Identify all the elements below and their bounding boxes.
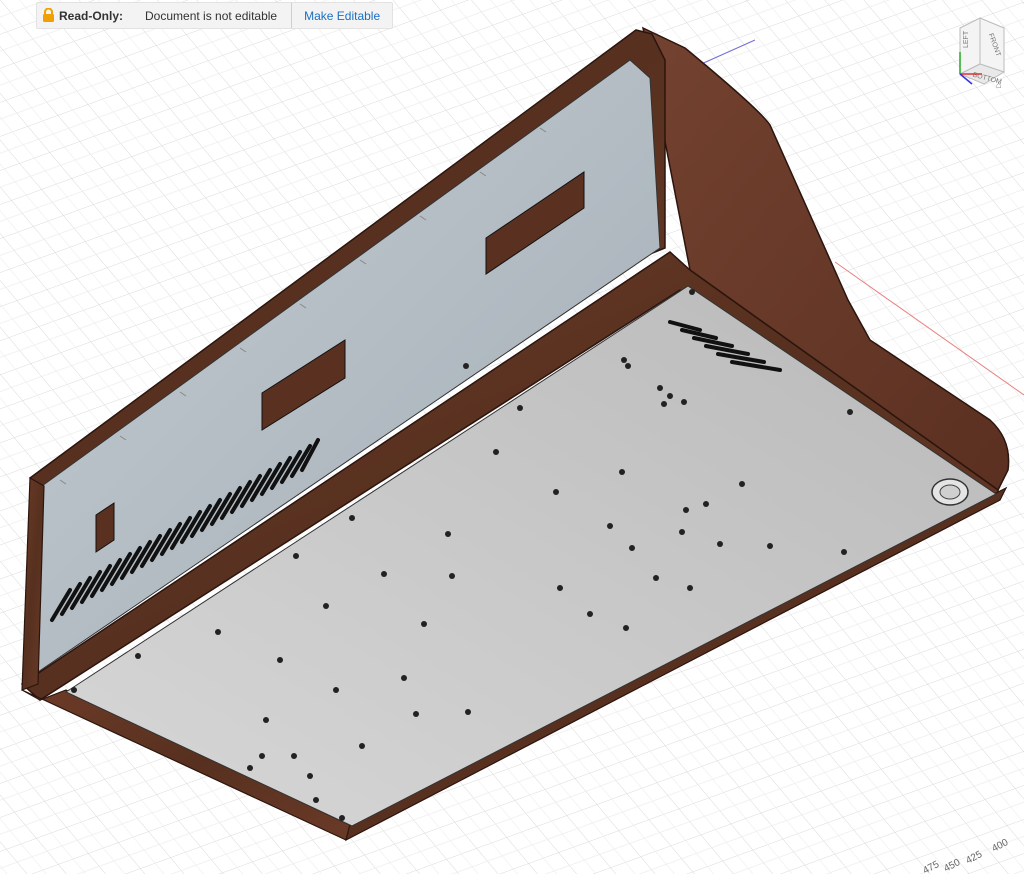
- viewcube-home-icon[interactable]: ⌂: [996, 80, 1001, 90]
- make-editable-button[interactable]: Make Editable: [292, 3, 392, 28]
- viewcube-label-left: LEFT: [963, 30, 970, 48]
- lock-icon: [37, 3, 59, 28]
- read-only-label: Read-Only:: [59, 8, 124, 23]
- read-only-banner: Read-Only: Document is not editable Make…: [36, 2, 394, 29]
- 3d-viewport[interactable]: 400 425 450 475: [0, 0, 1024, 874]
- round-connector: [931, 478, 969, 506]
- viewcube-icon[interactable]: LEFT FRONT BOTTOM ⌂: [952, 14, 1012, 90]
- read-only-message: Document is not editable: [145, 8, 278, 23]
